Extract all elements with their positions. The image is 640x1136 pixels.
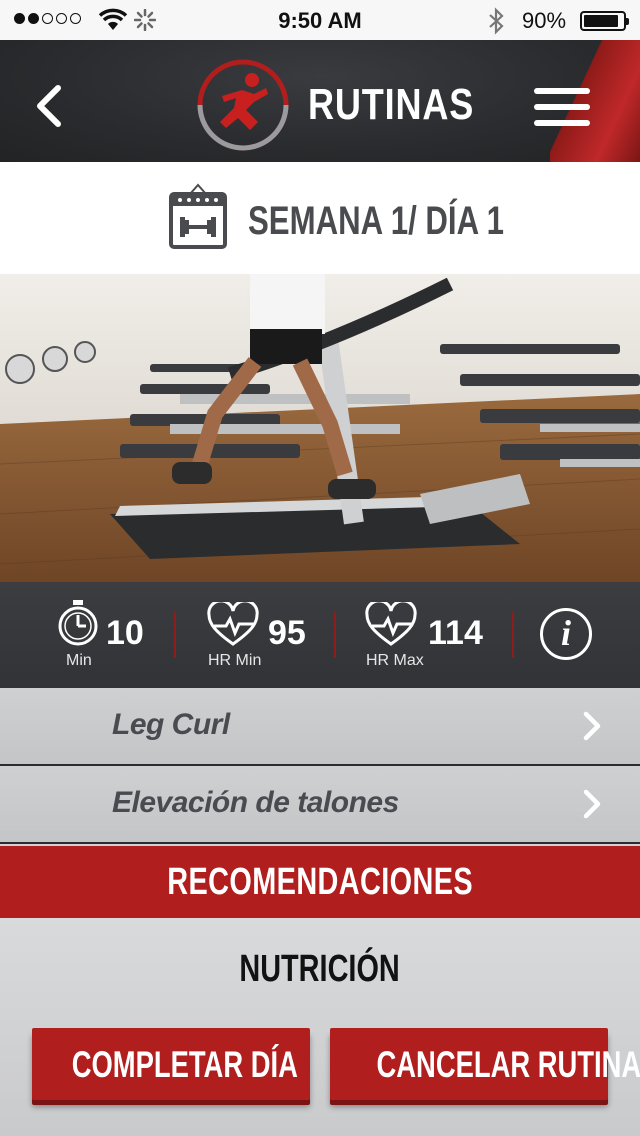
calendar-dumbbell-icon xyxy=(169,183,227,249)
stat-hr-min: 95 HR Min xyxy=(206,582,326,688)
back-arrow-icon[interactable] xyxy=(30,82,70,130)
battery-icon xyxy=(580,11,629,31)
recommendations-header[interactable]: RECOMENDACIONES xyxy=(0,846,640,918)
stat-divider xyxy=(512,612,514,658)
stat-duration: 10 Min xyxy=(56,582,166,688)
chevron-right-icon xyxy=(583,789,601,819)
stat-label: HR Min xyxy=(208,652,262,669)
stat-value: 10 xyxy=(106,614,144,652)
nutrition-link[interactable]: NUTRICIÓN xyxy=(0,948,640,991)
hamburger-menu-icon[interactable] xyxy=(534,88,590,126)
complete-day-label: COMPLETAR DÍA xyxy=(71,1044,298,1085)
heart-rate-icon xyxy=(365,602,417,646)
exercise-row[interactable]: Elevación de talones xyxy=(0,766,640,844)
app-header: RUTINAS xyxy=(0,40,640,162)
stat-value: 114 xyxy=(428,614,483,652)
exercise-name: Leg Curl xyxy=(112,708,230,741)
stat-value: 95 xyxy=(268,614,306,652)
bottom-panel: NUTRICIÓN COMPLETAR DÍA CANCELAR RUTINA xyxy=(0,918,640,1136)
week-day-label: SEMANA 1/ DÍA 1 xyxy=(248,199,504,243)
recommendations-label: RECOMENDACIONES xyxy=(167,861,473,903)
app-logo-runner-icon xyxy=(197,59,289,151)
stat-label: Min xyxy=(66,652,92,669)
page-title: RUTINAS xyxy=(308,80,475,129)
stat-hr-max: 114 HR Max xyxy=(364,582,504,688)
bluetooth-icon xyxy=(489,7,504,35)
stat-divider xyxy=(174,612,176,658)
chevron-right-icon xyxy=(583,711,601,741)
cancel-routine-button[interactable]: CANCELAR RUTINA xyxy=(330,1028,640,1100)
stats-bar: 10 Min 95 HR Min 114 HR Max i xyxy=(0,582,640,688)
stat-divider xyxy=(334,612,336,658)
week-day-bar: SEMANA 1/ DÍA 1 xyxy=(0,162,640,274)
stopwatch-icon xyxy=(58,600,98,646)
exercise-photo xyxy=(0,274,640,582)
cancel-routine-label: CANCELAR RUTINA xyxy=(376,1044,640,1085)
heart-rate-icon xyxy=(207,602,259,646)
info-icon[interactable]: i xyxy=(540,608,592,660)
status-bar: 9:50 AM 90% xyxy=(0,0,640,40)
complete-day-button[interactable]: COMPLETAR DÍA xyxy=(32,1028,310,1100)
nutrition-label: NUTRICIÓN xyxy=(239,948,401,990)
stat-label: HR Max xyxy=(366,652,424,669)
exercise-name: Elevación de talones xyxy=(112,786,399,819)
battery-percent: 90% xyxy=(522,8,567,33)
exercise-row[interactable]: Leg Curl xyxy=(0,688,640,766)
